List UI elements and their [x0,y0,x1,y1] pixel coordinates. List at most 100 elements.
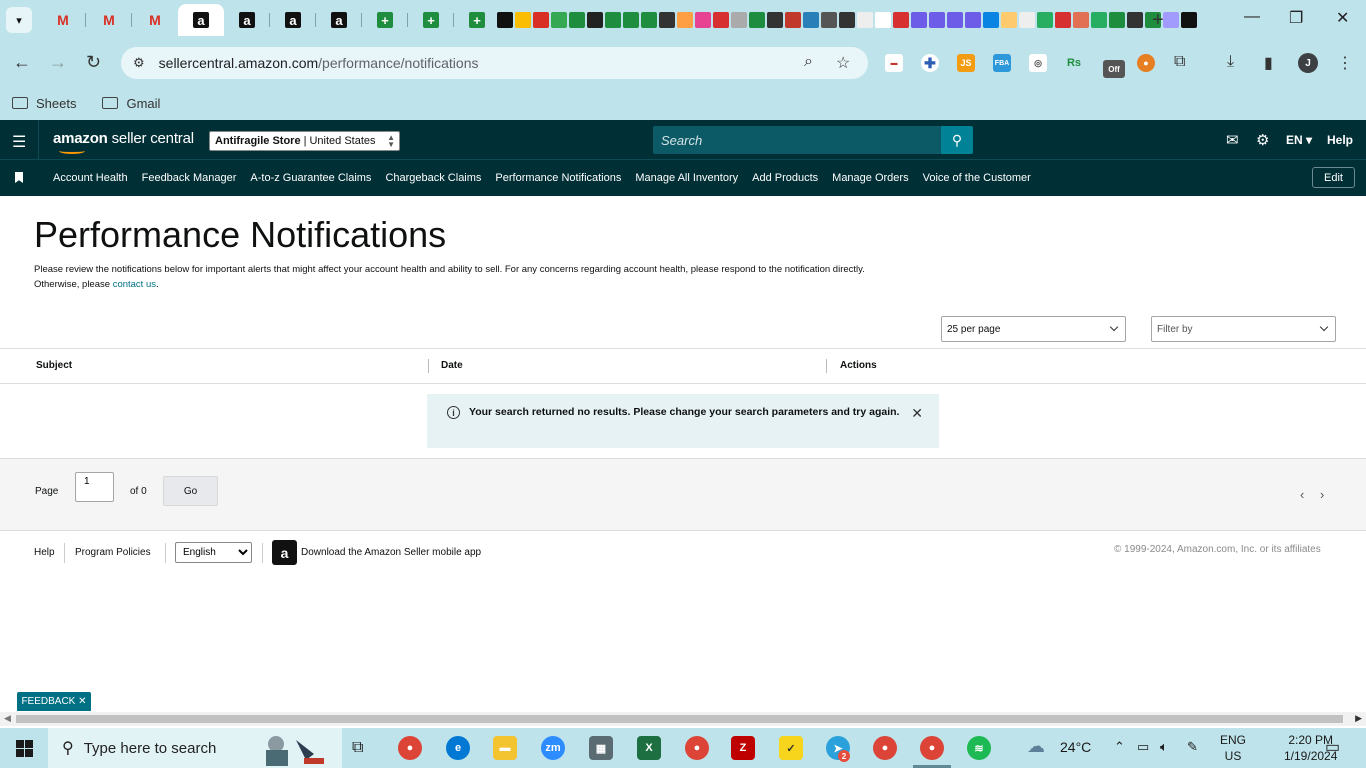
amazon-icon[interactable] [497,12,513,28]
sticky-notes-icon[interactable]: ✓ [779,736,803,760]
forward-arrow-icon[interactable]: → [49,52,67,73]
weather-cloud-icon[interactable]: ☁ [1027,736,1045,757]
nav-a-to-z-claims[interactable]: A-to-z Guarantee Claims [250,172,371,184]
minimize-icon[interactable]: — [1244,8,1260,26]
page-number-input[interactable] [75,472,114,502]
scroll-left-icon[interactable]: ◀ [4,713,11,724]
column-header-date[interactable]: Date [441,360,463,371]
nav-chargeback-claims[interactable]: Chargeback Claims [385,172,481,184]
app-icon[interactable] [929,12,945,28]
app-icon[interactable] [965,12,981,28]
extension-rs-icon[interactable]: Rs [1065,54,1083,72]
app-icon[interactable] [1127,12,1143,28]
extension-fba-icon[interactable]: FBA [993,54,1011,72]
nav-voice-of-customer[interactable]: Voice of the Customer [923,172,1031,184]
feedback-tab[interactable]: FEEDBACK ✕ [17,692,91,711]
chrome-active-icon[interactable]: ● [920,736,944,760]
seller-search-input[interactable]: Search [653,126,941,154]
notification-center-icon[interactable]: ▭ [1325,737,1340,757]
scroll-right-icon[interactable]: ▶ [1355,713,1362,724]
extension-icon[interactable]: ▬ [885,54,903,72]
browser-tab[interactable]: M [132,4,178,36]
app-icon[interactable] [875,12,891,28]
sheets-icon[interactable] [1109,12,1125,28]
weather-temp[interactable]: 24°C [1060,739,1091,755]
browser-tab[interactable]: M [86,4,132,36]
horizontal-scrollbar[interactable]: ◀ ▶ [0,712,1366,726]
app-icon[interactable] [1091,12,1107,28]
sheets-icon[interactable] [623,12,639,28]
back-arrow-icon[interactable]: ← [13,52,31,73]
app-icon[interactable] [731,12,747,28]
extension-js-icon[interactable]: JS [957,54,975,72]
chevron-right-icon[interactable]: › [1320,487,1324,502]
browser-tab[interactable]: + [408,4,454,36]
address-bar[interactable]: ⚙ sellercentral.amazon.com/performance/n… [121,47,868,79]
filezilla-icon[interactable]: Z [731,736,755,760]
app-icon[interactable] [821,12,837,28]
column-divider[interactable] [826,359,827,373]
spotify-icon[interactable]: ≋ [967,736,991,760]
program-policies-link[interactable]: Program Policies [75,547,151,558]
app-icon[interactable] [767,12,783,28]
extension-icon[interactable]: ◎ [1029,54,1047,72]
app-icon[interactable] [857,12,873,28]
bookmark-star-icon[interactable]: ☆ [836,53,850,73]
chevron-left-icon[interactable]: ‹ [1300,487,1304,502]
chrome-icon[interactable]: ● [398,736,422,760]
go-button[interactable]: Go [163,476,218,506]
browser-tab[interactable]: + [362,4,408,36]
calculator-icon[interactable]: ▦ [589,736,613,760]
extension-icon[interactable]: ✚ [921,54,939,72]
nav-performance-notifications[interactable]: Performance Notifications [495,172,621,184]
language-selector[interactable]: EN ▾ [1286,133,1312,147]
browser-tab[interactable]: + [454,4,500,36]
app-icon[interactable] [803,12,819,28]
url-text[interactable]: sellercentral.amazon.com/performance/not… [159,55,479,71]
side-panel-icon[interactable]: ▮ [1264,53,1273,73]
help-link[interactable]: Help [1327,133,1353,147]
app-icon[interactable] [1001,12,1017,28]
windows-start-icon[interactable] [16,740,33,757]
edit-nav-button[interactable]: Edit [1312,167,1355,188]
tray-chevron-up-icon[interactable]: ⌃ [1114,739,1125,755]
site-info-icon[interactable]: ⚙ [133,55,145,71]
per-page-select[interactable]: 25 per page [941,316,1126,342]
extensions-puzzle-icon[interactable]: ⧉ [1174,53,1185,71]
app-icon[interactable] [713,12,729,28]
gmail-icon[interactable] [533,12,549,28]
input-language[interactable]: ENG US [1220,732,1246,764]
contact-us-link[interactable]: contact us [113,279,156,290]
footer-help-link[interactable]: Help [34,547,55,558]
bookmark-folder-sheets[interactable]: Sheets [12,96,76,111]
new-tab-plus-icon[interactable]: + [1152,9,1164,32]
close-icon[interactable]: ✕ [78,696,86,707]
app-icon[interactable] [839,12,855,28]
sheets-icon[interactable] [569,12,585,28]
app-icon[interactable] [893,12,909,28]
app-icon[interactable] [587,12,603,28]
sheets-icon[interactable] [749,12,765,28]
battery-icon[interactable]: ▭ [1137,739,1149,755]
app-icon[interactable] [983,12,999,28]
tab-search-chevron-icon[interactable]: ▾ [6,7,32,33]
download-app-link[interactable]: Download the Amazon Seller mobile app [301,547,481,558]
drive-icon[interactable] [515,12,531,28]
store-selector[interactable]: Antifragile Store | United States ▲ ▼ [209,131,400,151]
restore-icon[interactable]: ❐ [1289,8,1303,28]
profile-avatar[interactable]: J [1298,53,1318,73]
zoom-icon[interactable]: zm [541,736,565,760]
volume-icon[interactable]: 🔈︎ [1160,739,1168,755]
zoom-magnifier-icon[interactable]: ⌕ [804,53,813,71]
app-icon[interactable] [677,12,693,28]
gear-icon[interactable]: ⚙ [1256,131,1269,149]
app-icon[interactable] [1163,12,1179,28]
column-divider[interactable] [428,359,429,373]
bookmark-folder-gmail[interactable]: Gmail [102,96,160,111]
app-icon[interactable] [785,12,801,28]
app-icon[interactable] [659,12,675,28]
seller-central-logo[interactable]: amazon seller central [53,130,194,154]
chrome-profile-icon[interactable]: ● [685,736,709,760]
browser-tab[interactable]: a [224,4,270,36]
extension-icon[interactable]: ● [1137,54,1155,72]
